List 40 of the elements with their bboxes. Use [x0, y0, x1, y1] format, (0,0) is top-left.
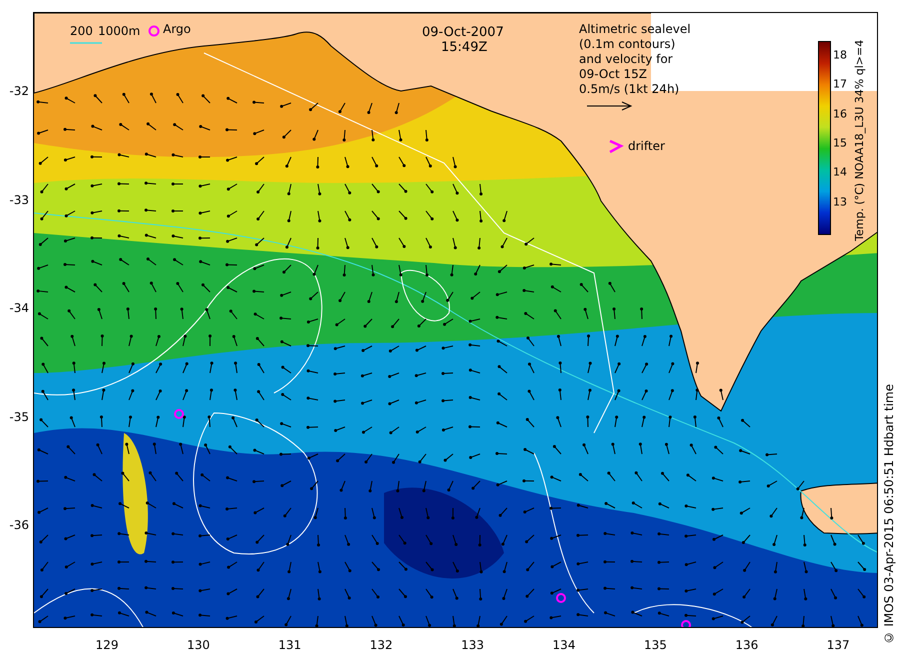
longitude-label: 136 — [735, 638, 758, 652]
longitude-label: 134 — [552, 638, 576, 652]
annotation-line: 09-Oct 15Z — [579, 67, 648, 82]
map-date: 09-Oct-2007 — [422, 25, 504, 40]
annotation-line: 0.5m/s (1kt 24h) — [579, 82, 680, 97]
color-bar-tick-label: 13 — [833, 195, 847, 208]
latitude-label: -35 — [9, 410, 29, 424]
color-bar-tick-label: 14 — [833, 166, 847, 179]
drifter-marker-icon — [609, 140, 624, 154]
argo-legend-label: Argo — [163, 22, 191, 37]
color-bar-tick-label: 15 — [833, 136, 847, 150]
argo-float-marker — [556, 593, 566, 603]
longitude-label: 130 — [186, 638, 210, 652]
argo-float-marker — [174, 409, 184, 419]
depth-label: 1000m — [98, 24, 140, 39]
annotation-line: (0.1m contours) — [579, 37, 676, 52]
latitude-label: -33 — [9, 192, 29, 206]
argo-legend-marker — [148, 26, 160, 36]
map-time: 15:49Z — [441, 40, 488, 55]
longitude-label: 135 — [644, 638, 667, 652]
longitude-label: 132 — [370, 638, 393, 652]
latitude-label: -34 — [9, 301, 29, 315]
depth-label: 200 — [70, 24, 93, 39]
longitude-label: 129 — [96, 638, 118, 652]
latitude-label: -36 — [9, 518, 29, 532]
longitude-label: 131 — [278, 638, 302, 652]
credit-text: © IMOS 03-Apr-2015 06:50:51 Hdbart time — [882, 384, 896, 644]
color-bar-tick-label: 17 — [833, 78, 847, 91]
longitude-label: 137 — [826, 638, 850, 652]
latitude-label: -32 — [9, 84, 29, 98]
annotation-line: and velocity for — [579, 52, 674, 67]
color-bar-tick-label: 18 — [833, 48, 847, 62]
depth-legend-line — [70, 42, 102, 44]
annotation-line: Altimetric sealevel — [579, 22, 691, 37]
longitude-label: 133 — [461, 638, 484, 652]
color-bar-tick-label: 16 — [833, 107, 847, 120]
color-bar-label: Temp. (°C) NOAA18_L3U 34% ql>=4 — [853, 38, 866, 241]
drifter-label: drifter — [628, 139, 665, 154]
argo-float-marker — [681, 620, 691, 627]
scale-arrow-icon — [586, 102, 632, 110]
